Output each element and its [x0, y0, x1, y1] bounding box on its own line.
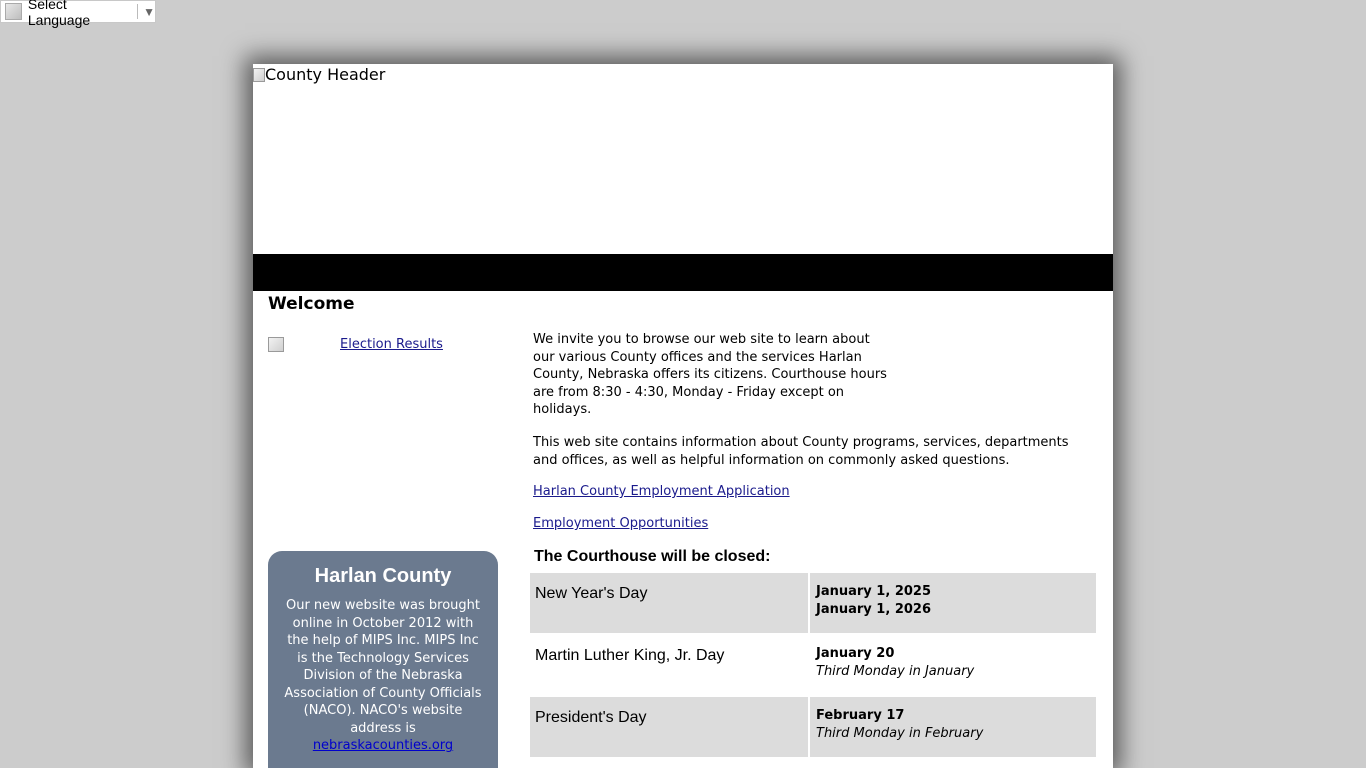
divider [137, 4, 139, 19]
employment-application-line: Harlan County Employment Application [533, 484, 790, 499]
holiday-date: January 1, 2026 [816, 601, 931, 617]
holiday-row: New Year's Day January 1, 2025 January 1… [530, 573, 1096, 633]
page-title: Welcome [268, 294, 355, 314]
header-image-alt-text: County Header [265, 65, 386, 84]
holiday-row: Martin Luther King, Jr. Day January 20 T… [530, 635, 1096, 695]
county-box-description: Our new website was brought online in Oc… [284, 598, 482, 736]
county-info-box: Harlan County Our new website was brough… [268, 551, 498, 768]
employment-opportunities-link[interactable]: Employment Opportunities [533, 516, 708, 531]
county-box-title: Harlan County [314, 565, 452, 587]
election-results-link[interactable]: Election Results [340, 337, 443, 352]
language-selector[interactable]: Select Language ▼ [0, 0, 156, 28]
county-header-image: County Header [253, 64, 1113, 254]
page-container: County Header Welcome Election Results W… [253, 64, 1113, 768]
holiday-rule: Third Monday in February [816, 725, 984, 741]
intro-paragraph: We invite you to browse our web site to … [533, 332, 887, 417]
holiday-name: President's Day [530, 697, 808, 757]
naco-website-link[interactable]: nebraskacounties.org [313, 738, 453, 753]
holiday-rule: Third Monday in January [816, 663, 975, 679]
chevron-down-icon[interactable]: ▼ [143, 5, 155, 19]
holiday-date: January 20 [816, 646, 895, 661]
holiday-name: Martin Luther King, Jr. Day [535, 647, 725, 664]
navigation-bar [253, 254, 1113, 291]
holiday-name: New Year's Day [530, 573, 808, 633]
employment-opportunities-line: Employment Opportunities [533, 516, 708, 531]
language-selector-label: Select Language [27, 0, 91, 28]
holiday-row: President's Day February 17 Third Monday… [530, 697, 1096, 757]
election-results-banner[interactable]: Election Results [268, 337, 443, 352]
broken-image-icon [268, 337, 284, 352]
holiday-dates: January 20 Third Monday in January [810, 635, 1096, 695]
county-box-text: Our new website was brought online in Oc… [280, 597, 486, 755]
info-paragraph: This web site contains information about… [533, 435, 1069, 468]
holiday-date: January 1, 2025 [816, 584, 931, 599]
holiday-dates: February 17 Third Monday in February [810, 697, 1096, 757]
closures-heading: The Courthouse will be closed: [534, 548, 771, 565]
employment-application-link[interactable]: Harlan County Employment Application [533, 484, 790, 499]
holiday-dates: January 1, 2025 January 1, 2026 [810, 573, 1096, 633]
google-translate-icon [5, 3, 22, 20]
broken-image-icon [253, 67, 265, 82]
holiday-table: New Year's Day January 1, 2025 January 1… [530, 573, 1096, 759]
holiday-date: February 17 [816, 708, 905, 723]
